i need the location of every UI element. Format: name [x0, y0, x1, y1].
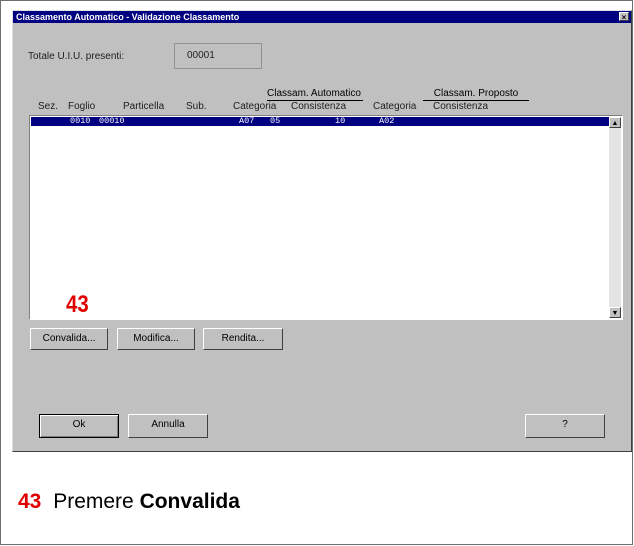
cell-categoria-prop: A02 [379, 116, 395, 126]
convalida-button[interactable]: Convalida... [30, 328, 108, 350]
help-button[interactable]: ? [525, 414, 605, 438]
scroll-down-icon[interactable]: ▼ [609, 307, 621, 318]
totale-label: Totale U.I.U. presenti: [28, 51, 125, 62]
close-button[interactable]: × [619, 12, 629, 22]
totale-value-field: 00001 [174, 43, 262, 69]
col-header-categoria-prop: Categoria [373, 101, 417, 112]
table-row[interactable]: 0010 00010 A07 05 10 A02 [31, 117, 609, 126]
group-header-proposto: Classam. Proposto [423, 88, 529, 101]
step-marker: 43 [66, 291, 89, 318]
col-header-consistenza-auto: Consistenza [291, 101, 347, 112]
ok-button[interactable]: Ok [39, 414, 119, 438]
cell-foglio: 0010 [70, 116, 91, 126]
col-header-sez: Sez. [38, 101, 59, 112]
col-header-particella: Particella [123, 101, 165, 112]
cell-value: 10 [335, 116, 346, 126]
annulla-button[interactable]: Annulla [128, 414, 208, 438]
rendita-button[interactable]: Rendita... [203, 328, 283, 350]
step-instruction: Premere [53, 490, 140, 513]
cell-consistenza-auto: 05 [270, 116, 281, 126]
col-header-categoria-auto: Categoria [233, 101, 277, 112]
window-title: Classamento Automatico - Validazione Cla… [16, 12, 240, 22]
modifica-button[interactable]: Modifica... [117, 328, 195, 350]
dialog-window: Classamento Automatico - Validazione Cla… [12, 10, 632, 452]
step-caption: 43 Premere Convalida [18, 490, 240, 514]
cell-categoria-auto: A07 [239, 116, 255, 126]
col-header-foglio: Foglio [68, 101, 96, 112]
vertical-scrollbar[interactable]: ▲ ▼ [609, 117, 621, 318]
title-bar: Classamento Automatico - Validazione Cla… [13, 11, 631, 23]
step-number: 43 [18, 490, 42, 513]
step-action: Convalida [139, 490, 240, 513]
col-header-consistenza-prop: Consistenza [433, 101, 489, 112]
classamento-list[interactable]: 0010 00010 A07 05 10 A02 ▲ ▼ [29, 115, 623, 320]
cell-particella: 00010 [99, 116, 125, 126]
close-icon: × [621, 13, 627, 22]
group-header-automatico: Classam. Automatico [267, 88, 363, 101]
col-header-sub: Sub. [186, 101, 207, 112]
scroll-up-icon[interactable]: ▲ [609, 117, 621, 128]
